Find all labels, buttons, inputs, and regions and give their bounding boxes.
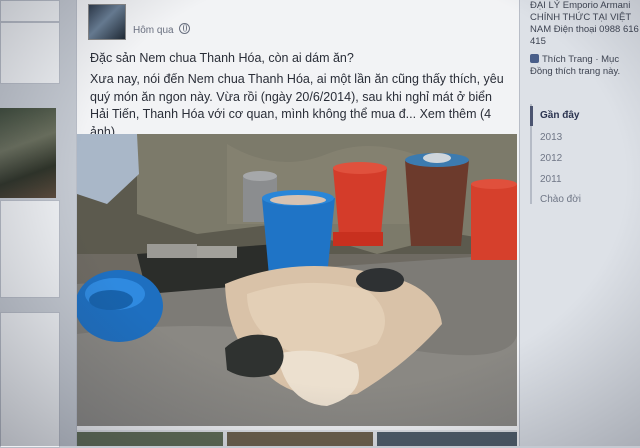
like-page-line: Thích Trang · Mục Đồng thích trang này. bbox=[530, 54, 640, 78]
timeline-item-2012[interactable]: 2012 bbox=[540, 153, 562, 164]
left-photo-thumbnail[interactable] bbox=[0, 108, 56, 198]
photo-thumbnail[interactable] bbox=[77, 432, 223, 446]
photo-strip bbox=[77, 430, 517, 446]
timeline-post: Hôm qua Đặc sản Nem chua Thanh Hóa, còn … bbox=[76, 0, 520, 446]
post-photo-image bbox=[77, 134, 517, 426]
post-photo[interactable] bbox=[77, 134, 517, 426]
left-column bbox=[0, 0, 60, 448]
post-title: Đặc sản Nem chua Thanh Hóa, còn ai dám ă… bbox=[90, 51, 354, 65]
left-card bbox=[0, 0, 60, 22]
left-card bbox=[0, 312, 60, 448]
timeline-item-2013[interactable]: 2013 bbox=[540, 132, 562, 143]
thumbs-up-icon[interactable] bbox=[530, 54, 539, 63]
globe-icon[interactable] bbox=[179, 23, 191, 34]
like-page-text[interactable]: Thích Trang · Mục Đồng thích trang này. bbox=[530, 54, 620, 77]
timeline-active-marker bbox=[530, 106, 533, 126]
photo-thumbnail[interactable] bbox=[227, 432, 373, 446]
post-meta: Hôm qua bbox=[133, 23, 191, 36]
post-timestamp[interactable]: Hôm qua bbox=[133, 25, 174, 36]
photo-thumbnail[interactable] bbox=[377, 432, 517, 446]
avatar[interactable] bbox=[88, 4, 126, 40]
left-card bbox=[0, 22, 60, 84]
timeline-item-born[interactable]: Chào đời bbox=[540, 194, 581, 205]
sponsored-ad-text[interactable]: ĐẠI LÝ Emporio Armani CHÍNH THỨC TẠI VIỆ… bbox=[530, 0, 640, 48]
post-body: Xưa nay, nói đến Nem chua Thanh Hóa, ai … bbox=[90, 71, 510, 141]
timeline-item-recent[interactable]: Gần đây bbox=[540, 110, 579, 121]
right-sidebar: ĐẠI LÝ Emporio Armani CHÍNH THỨC TẠI VIỆ… bbox=[520, 0, 640, 446]
left-card bbox=[0, 200, 60, 298]
timeline-item-2011[interactable]: 2011 bbox=[540, 174, 562, 185]
